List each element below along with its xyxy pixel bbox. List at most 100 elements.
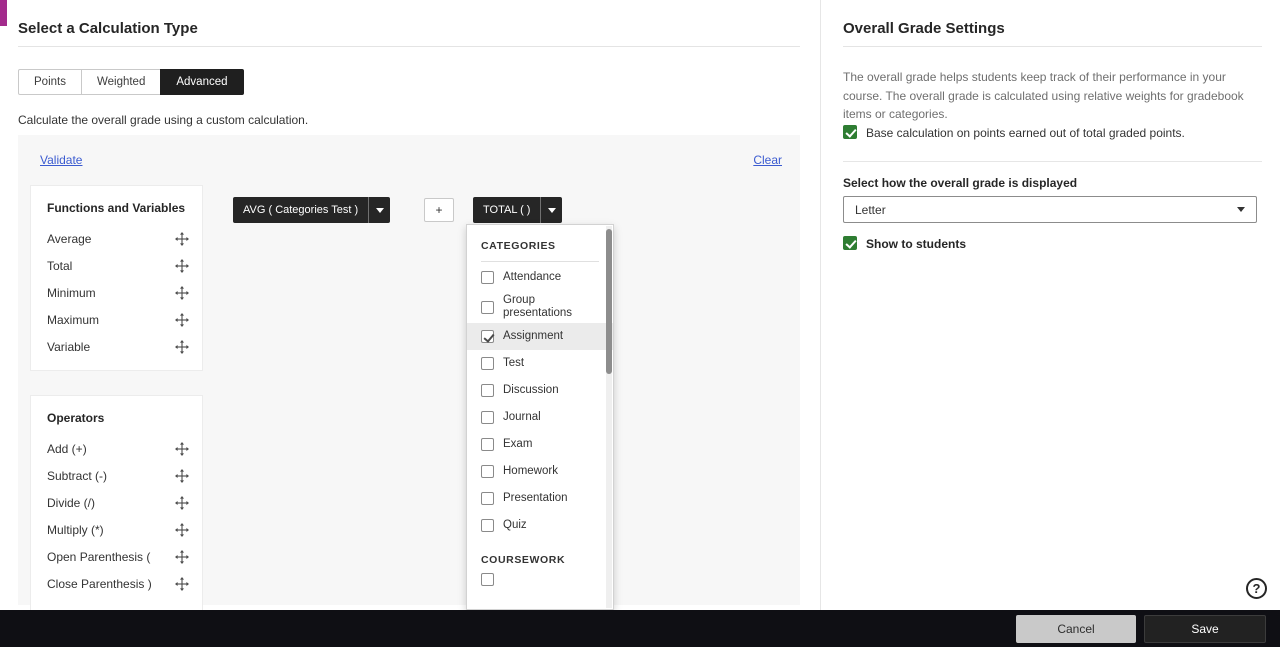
base-calculation-row: Base calculation on points earned out of… <box>843 125 1185 140</box>
operator-item[interactable]: Add (+) <box>31 435 202 462</box>
category-checkbox[interactable] <box>481 411 494 425</box>
category-checkbox[interactable] <box>481 465 494 479</box>
clear-link[interactable]: Clear <box>753 153 782 167</box>
validate-link[interactable]: Validate <box>40 153 82 167</box>
category-checkbox[interactable] <box>481 300 494 314</box>
total-chip-label: TOTAL ( ) <box>483 204 531 216</box>
calculation-canvas: Validate Clear Functions and Variables A… <box>18 135 800 612</box>
footer-bar: Cancel Save <box>0 610 1280 647</box>
operator-item[interactable]: Subtract (-) <box>31 462 202 489</box>
move-icon[interactable] <box>175 231 189 246</box>
calculation-description: Calculate the overall grade using a cust… <box>18 113 309 127</box>
overall-grade-description: The overall grade helps students keep tr… <box>843 70 1244 122</box>
tab-advanced[interactable]: Advanced <box>160 69 244 95</box>
category-checkbox[interactable] <box>481 330 494 344</box>
avg-categories-chip[interactable]: AVG ( Categories Test ) <box>233 197 391 223</box>
cancel-button[interactable]: Cancel <box>1016 615 1136 643</box>
move-icon[interactable] <box>175 495 189 510</box>
move-icon[interactable] <box>175 576 189 591</box>
operator-item-label: Add (+) <box>47 441 87 456</box>
category-checkbox[interactable] <box>481 519 494 533</box>
show-to-students-checkbox[interactable] <box>843 236 857 250</box>
category-checkbox[interactable] <box>481 438 494 452</box>
function-item[interactable]: Minimum <box>31 279 202 306</box>
category-option[interactable]: Attendance <box>467 264 613 291</box>
dropdown-section-header: COURSEWORK <box>481 554 566 567</box>
page-title: Select a Calculation Type <box>18 20 198 37</box>
function-item-label: Variable <box>47 339 91 354</box>
move-icon[interactable] <box>175 441 189 456</box>
base-calculation-checkbox[interactable] <box>843 125 857 139</box>
category-label: Journal <box>503 411 541 424</box>
scrollbar-thumb[interactable] <box>606 229 612 374</box>
category-option[interactable]: Discussion <box>467 377 613 404</box>
chevron-down-icon[interactable] <box>368 197 390 223</box>
function-item-label: Minimum <box>47 285 96 300</box>
functions-panel-title: Functions and Variables <box>47 201 186 215</box>
move-icon[interactable] <box>175 549 189 564</box>
category-label: Discussion <box>503 384 559 397</box>
category-label: Homework <box>503 465 558 478</box>
divider <box>18 46 800 47</box>
move-icon[interactable] <box>175 522 189 537</box>
category-option[interactable]: Exam <box>467 431 613 458</box>
move-icon[interactable] <box>175 339 189 354</box>
function-item[interactable]: Average <box>31 225 202 252</box>
operator-item[interactable]: Divide (/) <box>31 489 202 516</box>
function-item-label: Maximum <box>47 312 100 327</box>
move-icon[interactable] <box>175 312 189 327</box>
category-label: Attendance <box>503 270 562 283</box>
plus-operator-chip[interactable]: + <box>424 198 454 222</box>
tab-points[interactable]: Points <box>18 69 82 95</box>
category-option[interactable]: Group presentations <box>467 291 613 323</box>
move-icon[interactable] <box>175 258 189 273</box>
category-label: Quiz <box>503 519 527 532</box>
overall-grade-settings-title: Overall Grade Settings <box>843 20 1005 37</box>
category-option[interactable]: Homework <box>467 458 613 485</box>
gradebook-settings-screen: Select a Calculation Type Points Weighted… <box>0 0 1280 647</box>
operator-item-label: Open Parenthesis ( <box>47 549 151 564</box>
operator-item[interactable]: Open Parenthesis ( <box>31 543 202 570</box>
move-icon[interactable] <box>175 285 189 300</box>
category-checkbox[interactable] <box>481 357 494 371</box>
function-item-label: Average <box>47 231 92 246</box>
function-item[interactable]: Variable <box>31 333 202 360</box>
categories-dropdown-content: CATEGORIES Attendance Group presentations A… <box>467 225 613 593</box>
category-checkbox[interactable] <box>481 271 494 284</box>
save-button[interactable]: Save <box>1144 615 1266 643</box>
function-item[interactable]: Maximum <box>31 306 202 333</box>
calc-type-tabs: Points Weighted Advanced <box>18 69 244 95</box>
category-option[interactable]: Test <box>467 350 613 377</box>
category-option[interactable]: Journal <box>467 404 613 431</box>
category-label: Presentation <box>503 492 568 505</box>
functions-list: Average Total Minimum Maximum Variable <box>31 225 202 360</box>
operator-item-label: Close Parenthesis ) <box>47 576 152 591</box>
function-item-label: Total <box>47 258 73 273</box>
category-option[interactable]: Presentation <box>467 485 613 512</box>
category-label: Test <box>503 357 525 370</box>
divider <box>843 46 1262 47</box>
grade-display-select[interactable]: Letter <box>843 196 1257 223</box>
divider <box>843 161 1262 162</box>
operator-item-label: Divide (/) <box>47 495 96 510</box>
operator-item-label: Subtract (-) <box>47 468 108 483</box>
category-checkbox[interactable] <box>481 384 494 398</box>
operator-item[interactable]: Multiply (*) <box>31 516 202 543</box>
category-checkbox[interactable] <box>481 492 494 506</box>
base-calculation-label: Base calculation on points earned out of… <box>866 126 1185 140</box>
operators-panel-title: Operators <box>47 411 105 425</box>
category-option[interactable]: Quiz <box>467 512 613 539</box>
dropdown-section-header: CATEGORIES <box>481 240 556 252</box>
function-item[interactable]: Total <box>31 252 202 279</box>
tab-weighted[interactable]: Weighted <box>80 69 162 95</box>
category-option[interactable] <box>467 566 613 593</box>
chevron-down-icon[interactable] <box>540 197 562 223</box>
operator-item[interactable]: Close Parenthesis ) <box>31 570 202 597</box>
category-checkbox[interactable] <box>481 573 494 587</box>
move-icon[interactable] <box>175 468 189 483</box>
categories-dropdown: CATEGORIES Attendance Group presentations A… <box>466 224 614 610</box>
total-chip[interactable]: TOTAL ( ) <box>473 197 563 223</box>
help-icon[interactable]: ? <box>1246 578 1267 599</box>
operators-panel: Operators Add (+) Subtract (-) Divide (/) M… <box>30 395 203 612</box>
category-option[interactable]: Assignment <box>467 323 613 351</box>
